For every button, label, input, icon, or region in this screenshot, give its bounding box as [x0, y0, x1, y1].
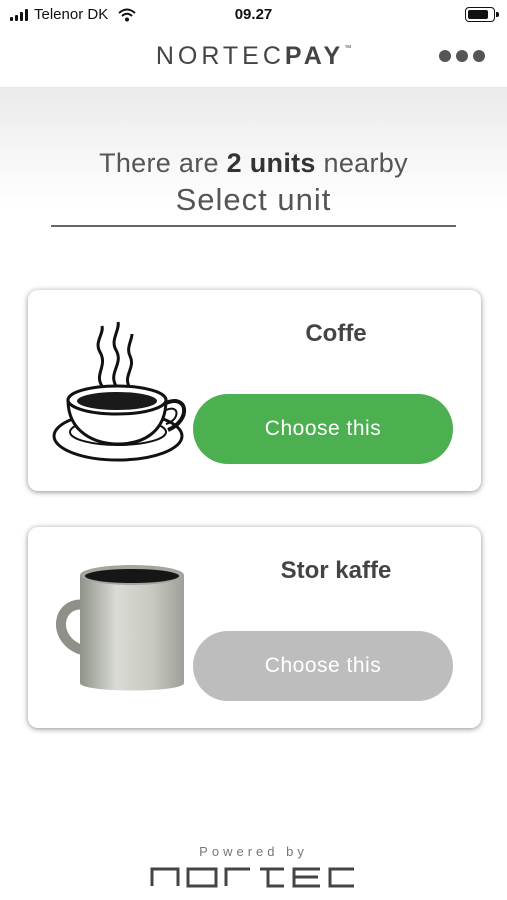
coffee-cup-icon [52, 321, 186, 462]
brand-logo: NORTECPAY™ [0, 42, 507, 71]
unit-title: Stor kaffe [280, 557, 392, 584]
battery-icon [465, 7, 499, 22]
nearby-count: 2 units [226, 148, 316, 178]
title-divider [51, 225, 456, 227]
choose-stor-kaffe-button[interactable]: Choose this [193, 631, 453, 701]
unit-card-stor-kaffe: Stor kaffe Choose this [28, 527, 481, 728]
more-menu-icon[interactable] [439, 50, 485, 62]
select-unit-title: Select unit [175, 182, 332, 217]
nearby-heading: There are 2 units nearby [0, 148, 507, 179]
unit-title: Coffe [305, 320, 367, 347]
brand-light: NORTEC [155, 42, 285, 70]
unit-card-coffe: Coffe Choose this [28, 290, 481, 491]
nearby-prefix: There are [99, 148, 227, 178]
choose-coffe-button[interactable]: Choose this [193, 394, 453, 464]
brand-tm: ™ [344, 45, 352, 52]
powered-by-label: Powered by [199, 844, 308, 859]
brand-bold: PAY [284, 42, 345, 70]
nortec-logo [150, 867, 354, 888]
status-time: 09.27 [234, 6, 273, 23]
app-header: NORTECPAY™ [0, 30, 507, 88]
nearby-suffix: nearby [315, 148, 408, 178]
status-bar: Telenor DK 09.27 [0, 0, 507, 30]
coffee-mug-icon [56, 565, 184, 691]
